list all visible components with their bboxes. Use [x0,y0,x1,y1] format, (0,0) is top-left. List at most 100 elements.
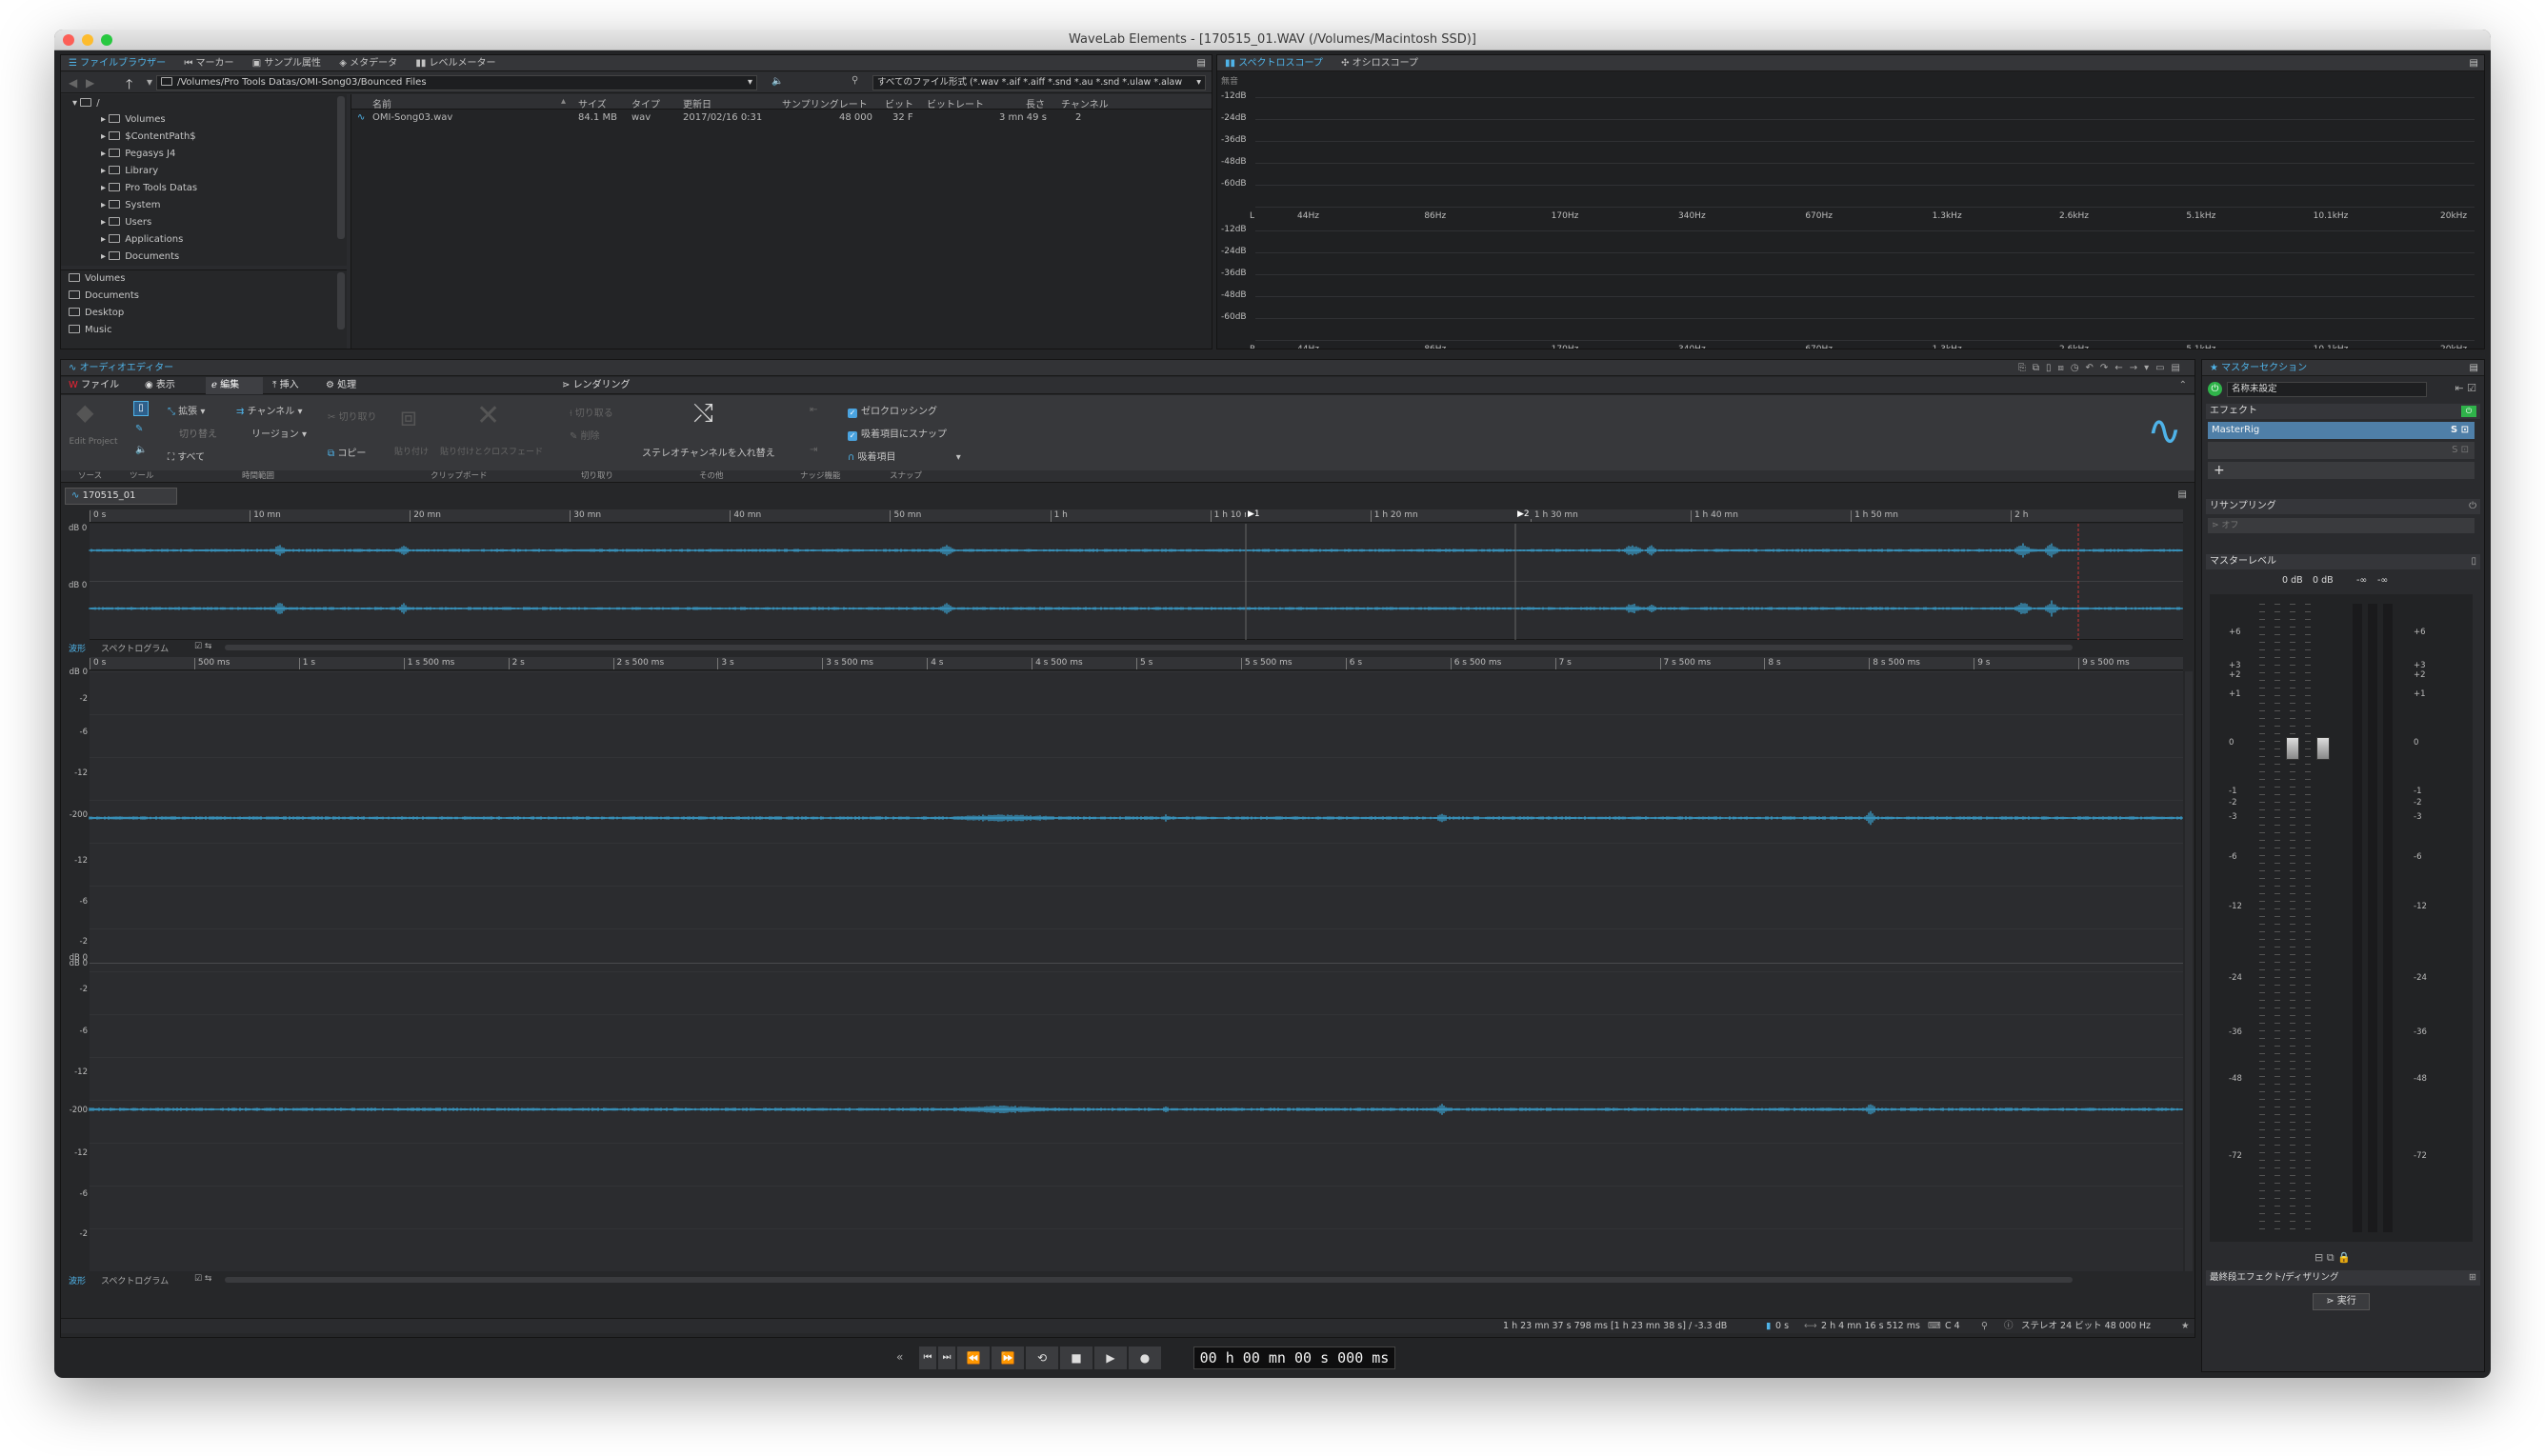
power-icon[interactable]: ⏻ [2208,382,2222,396]
extend-button[interactable]: ⤡ 拡張 ▾ [168,403,205,417]
play-icon[interactable]: ▶ [1094,1346,1127,1369]
tree-root[interactable]: ▾ / [72,98,100,109]
zero-crossing-checkbox[interactable]: ✓ ゼロクロッシング [848,403,937,418]
back-icon[interactable]: ◀ [69,76,77,90]
cursor-position[interactable]: 1 h 23 mn 37 s 798 ms [1 h 23 mn 38 s] /… [1503,1319,1727,1334]
settings-icon[interactable]: ☑ ⇆ [194,1274,211,1284]
column-type[interactable]: タイプ [631,96,660,110]
view-mode-waveform[interactable]: 波形 [69,1274,86,1286]
record-icon[interactable]: ● [1129,1346,1161,1369]
tab-markers[interactable]: ⏮ マーカー [176,55,241,70]
snap-magnet-checkbox[interactable]: ✓ 吸着項目にスナップ [848,426,947,441]
column-bits[interactable]: ビット [885,96,913,110]
resampling-select[interactable]: ⋗ オフ [2208,518,2475,533]
file-tab[interactable]: ∿ 170515_01 [65,488,177,505]
speaker-tool-icon[interactable]: 🔈 [135,445,147,455]
tab-view[interactable]: ◉ 表示 [145,377,175,394]
column-rate[interactable]: サンプリングレート [782,96,868,110]
key-value[interactable]: C 4 [1945,1319,1960,1334]
speaker-icon[interactable]: 🔈 [772,76,783,87]
grid-icon[interactable]: ⊞ [2469,1270,2476,1286]
panel-menu-icon[interactable]: ▤ [1197,55,1206,70]
main-scrollbar[interactable] [225,1277,2073,1283]
main-waveform[interactable] [89,671,2183,1271]
column-channels[interactable]: チャンネル [1061,96,1109,110]
tree-item[interactable]: ▸ Pro Tools Datas [101,183,197,193]
tree-item[interactable]: ▸ Users [101,217,151,228]
star-icon[interactable]: ★ [2181,1319,2190,1334]
column-date[interactable]: 更新日 [683,96,711,110]
tab-sample-attributes[interactable]: ▣ サンプル属性 [245,55,329,70]
tree-item[interactable]: ▸ Applications [101,234,183,245]
favorite-item[interactable]: Desktop [69,308,124,318]
column-length[interactable]: 長さ [1026,96,1045,110]
nudge-left-icon[interactable]: ⇤ [810,405,817,415]
slot-solo-icon[interactable]: S ⊡ [2451,422,2469,439]
panel-menu-icon[interactable]: ▤ [2470,360,2478,375]
region-button[interactable]: リージョン ▾ [251,426,307,440]
tab-spectroscope[interactable]: ▮▮ スペクトロスコープ [1217,55,1331,70]
close-window-button[interactable] [63,34,74,46]
folder-options-icon[interactable]: ▾ [147,75,152,89]
column-bitrate[interactable]: ビットレート [927,96,984,110]
swap-channels-icon[interactable]: ⤭ [693,399,713,429]
overview-waveform[interactable] [89,524,2183,640]
file-type-filter[interactable]: すべてのファイル形式 (*.wav *.aif *.aiff *.snd *.a… [872,75,1206,90]
effect-slot-2[interactable]: S ⊡ [2208,442,2475,459]
tab-process[interactable]: ⚙ 処理 [326,377,356,394]
preset-field[interactable]: 名称未設定 [2227,382,2427,397]
magnet-button[interactable]: ∩ 吸着項目 ▾ [848,449,961,463]
effect-slot-1[interactable]: MasterRig S ⊡ [2208,422,2475,439]
selection-length[interactable]: 0 s [1775,1319,1789,1334]
toggle-button[interactable]: 切り替え [179,426,217,440]
favorites-scrollbar[interactable] [337,272,345,329]
effects-power-icon[interactable]: ⏻ [2461,406,2476,417]
go-to-end-icon[interactable]: ⏭ [938,1346,955,1369]
marker-flag[interactable]: ▶1 [1246,509,1262,519]
delete-button[interactable]: ✎ 削除 [570,428,600,442]
info-icon[interactable]: ⓘ [2004,1319,2014,1334]
cut-button[interactable]: ✂ 切り取り [328,409,377,423]
copy-button[interactable]: ⧉ コピー [328,445,366,459]
tab-file-browser[interactable]: ☰ ファイルブラウザー [61,55,173,70]
channel-button[interactable]: ⇉ チャンネル ▾ [236,403,302,417]
tab-oscilloscope[interactable]: ✣ オシロスコープ [1333,55,1426,70]
transport-time[interactable]: 00 h 00 mn 00 s 000 ms [1193,1346,1395,1369]
select-tool-icon[interactable]: ▯ [133,401,149,416]
view-mode-spectrogram[interactable]: スペクトログラム [101,642,169,654]
paste-crossfade-button[interactable]: 貼り付けとクロスフェード [440,445,543,457]
minimize-window-button[interactable] [82,34,93,46]
meter-options-icon[interactable]: ▯ [2471,554,2476,569]
collapse-icon[interactable]: ⌃ [2179,377,2187,394]
meter-link-icons[interactable]: ⊟ ⧉ 🔒 [2315,1251,2351,1265]
column-name[interactable]: 名前 [372,96,391,110]
fast-forward-icon[interactable]: ⏩ [992,1346,1024,1369]
audio-length[interactable]: 2 h 4 mn 16 s 512 ms [1821,1319,1920,1334]
editor-toolbar-icons[interactable]: ⎘⧉▯⧈◷↶↷←→▾▭▤ [2018,360,2187,375]
panel-menu-icon[interactable]: ▤ [2470,55,2478,70]
audio-format[interactable]: ステレオ 24 ビット 48 000 Hz [2021,1319,2151,1334]
table-row[interactable]: ∿ OMI-Song03.wav 84.1 MB wav 2017/02/16 … [351,110,1212,126]
tab-render[interactable]: ⋗ レンダリング [562,377,631,394]
main-ruler[interactable]: 0 s 500 ms 1 s 1 s 500 ms 2 s 2 s 500 ms 3 s 3 … [90,657,2183,670]
swap-channels-button[interactable]: ステレオチャンネルを入れ替え [642,445,775,459]
tab-file[interactable]: W ファイル [69,377,119,394]
edit-project-button[interactable]: Edit Project [69,437,118,447]
column-size[interactable]: サイズ [578,96,607,110]
select-all-button[interactable]: ⛶ すべて [168,449,205,463]
rewind-icon[interactable]: ⏪ [957,1346,990,1369]
preset-icons[interactable]: ⇤ ☑ [2455,382,2476,394]
path-field[interactable]: /Volumes/Pro Tools Datas/OMI-Song03/Boun… [156,75,757,90]
tab-edit[interactable]: ℯ 編集 [206,377,263,394]
tree-item[interactable]: ▸ $ContentPath$ [101,131,196,142]
view-mode-spectrogram[interactable]: スペクトログラム [101,1274,169,1286]
loop-icon[interactable]: ⟲ [1026,1346,1058,1369]
transport-collapse-icon[interactable]: « [896,1350,903,1364]
crossfade-icon[interactable]: ✕ [476,399,500,432]
forward-icon[interactable]: ▶ [86,76,94,90]
search-icon[interactable]: ⚲ [852,75,858,86]
tree-item[interactable]: ▸ System [101,200,161,210]
resampling-power-icon[interactable]: ⏻ [2469,499,2476,514]
go-to-start-icon[interactable]: ⏮ [919,1346,936,1369]
stop-icon[interactable]: ■ [1060,1346,1092,1369]
